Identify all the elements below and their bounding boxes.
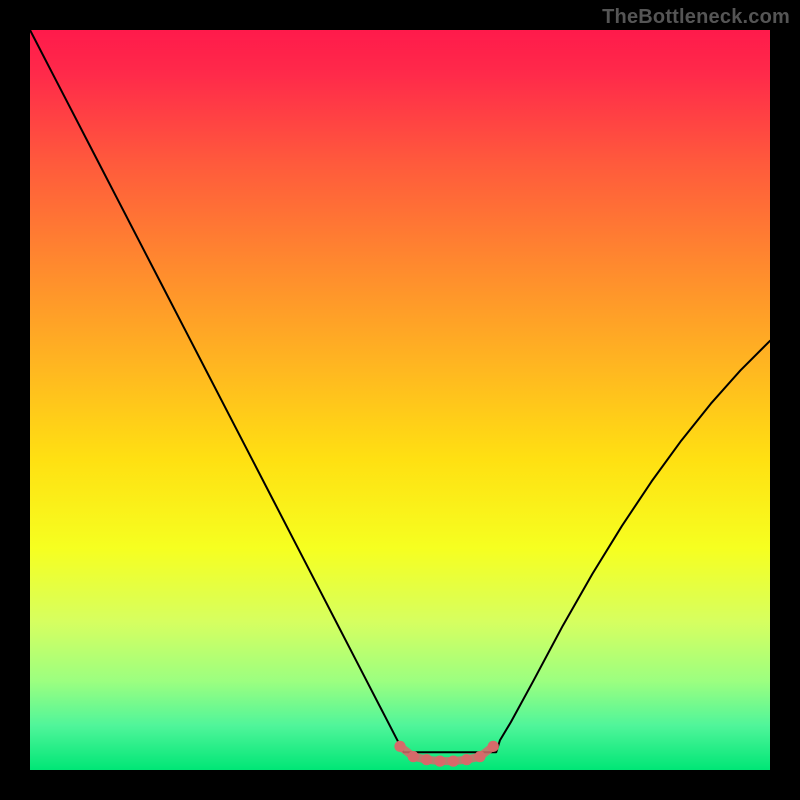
optimal-zone-dot — [421, 754, 432, 765]
optimal-zone-dot — [394, 741, 405, 752]
optimal-zone-dot — [474, 751, 485, 762]
chart-canvas — [0, 0, 800, 800]
optimal-zone-dot — [434, 755, 445, 766]
optimal-zone-dot — [448, 755, 459, 766]
plot-background — [30, 30, 770, 770]
optimal-zone-dot — [488, 741, 499, 752]
bottleneck-chart: TheBottleneck.com — [0, 0, 800, 800]
watermark-text: TheBottleneck.com — [602, 6, 790, 29]
optimal-zone-dot — [408, 751, 419, 762]
optimal-zone-dot — [461, 754, 472, 765]
